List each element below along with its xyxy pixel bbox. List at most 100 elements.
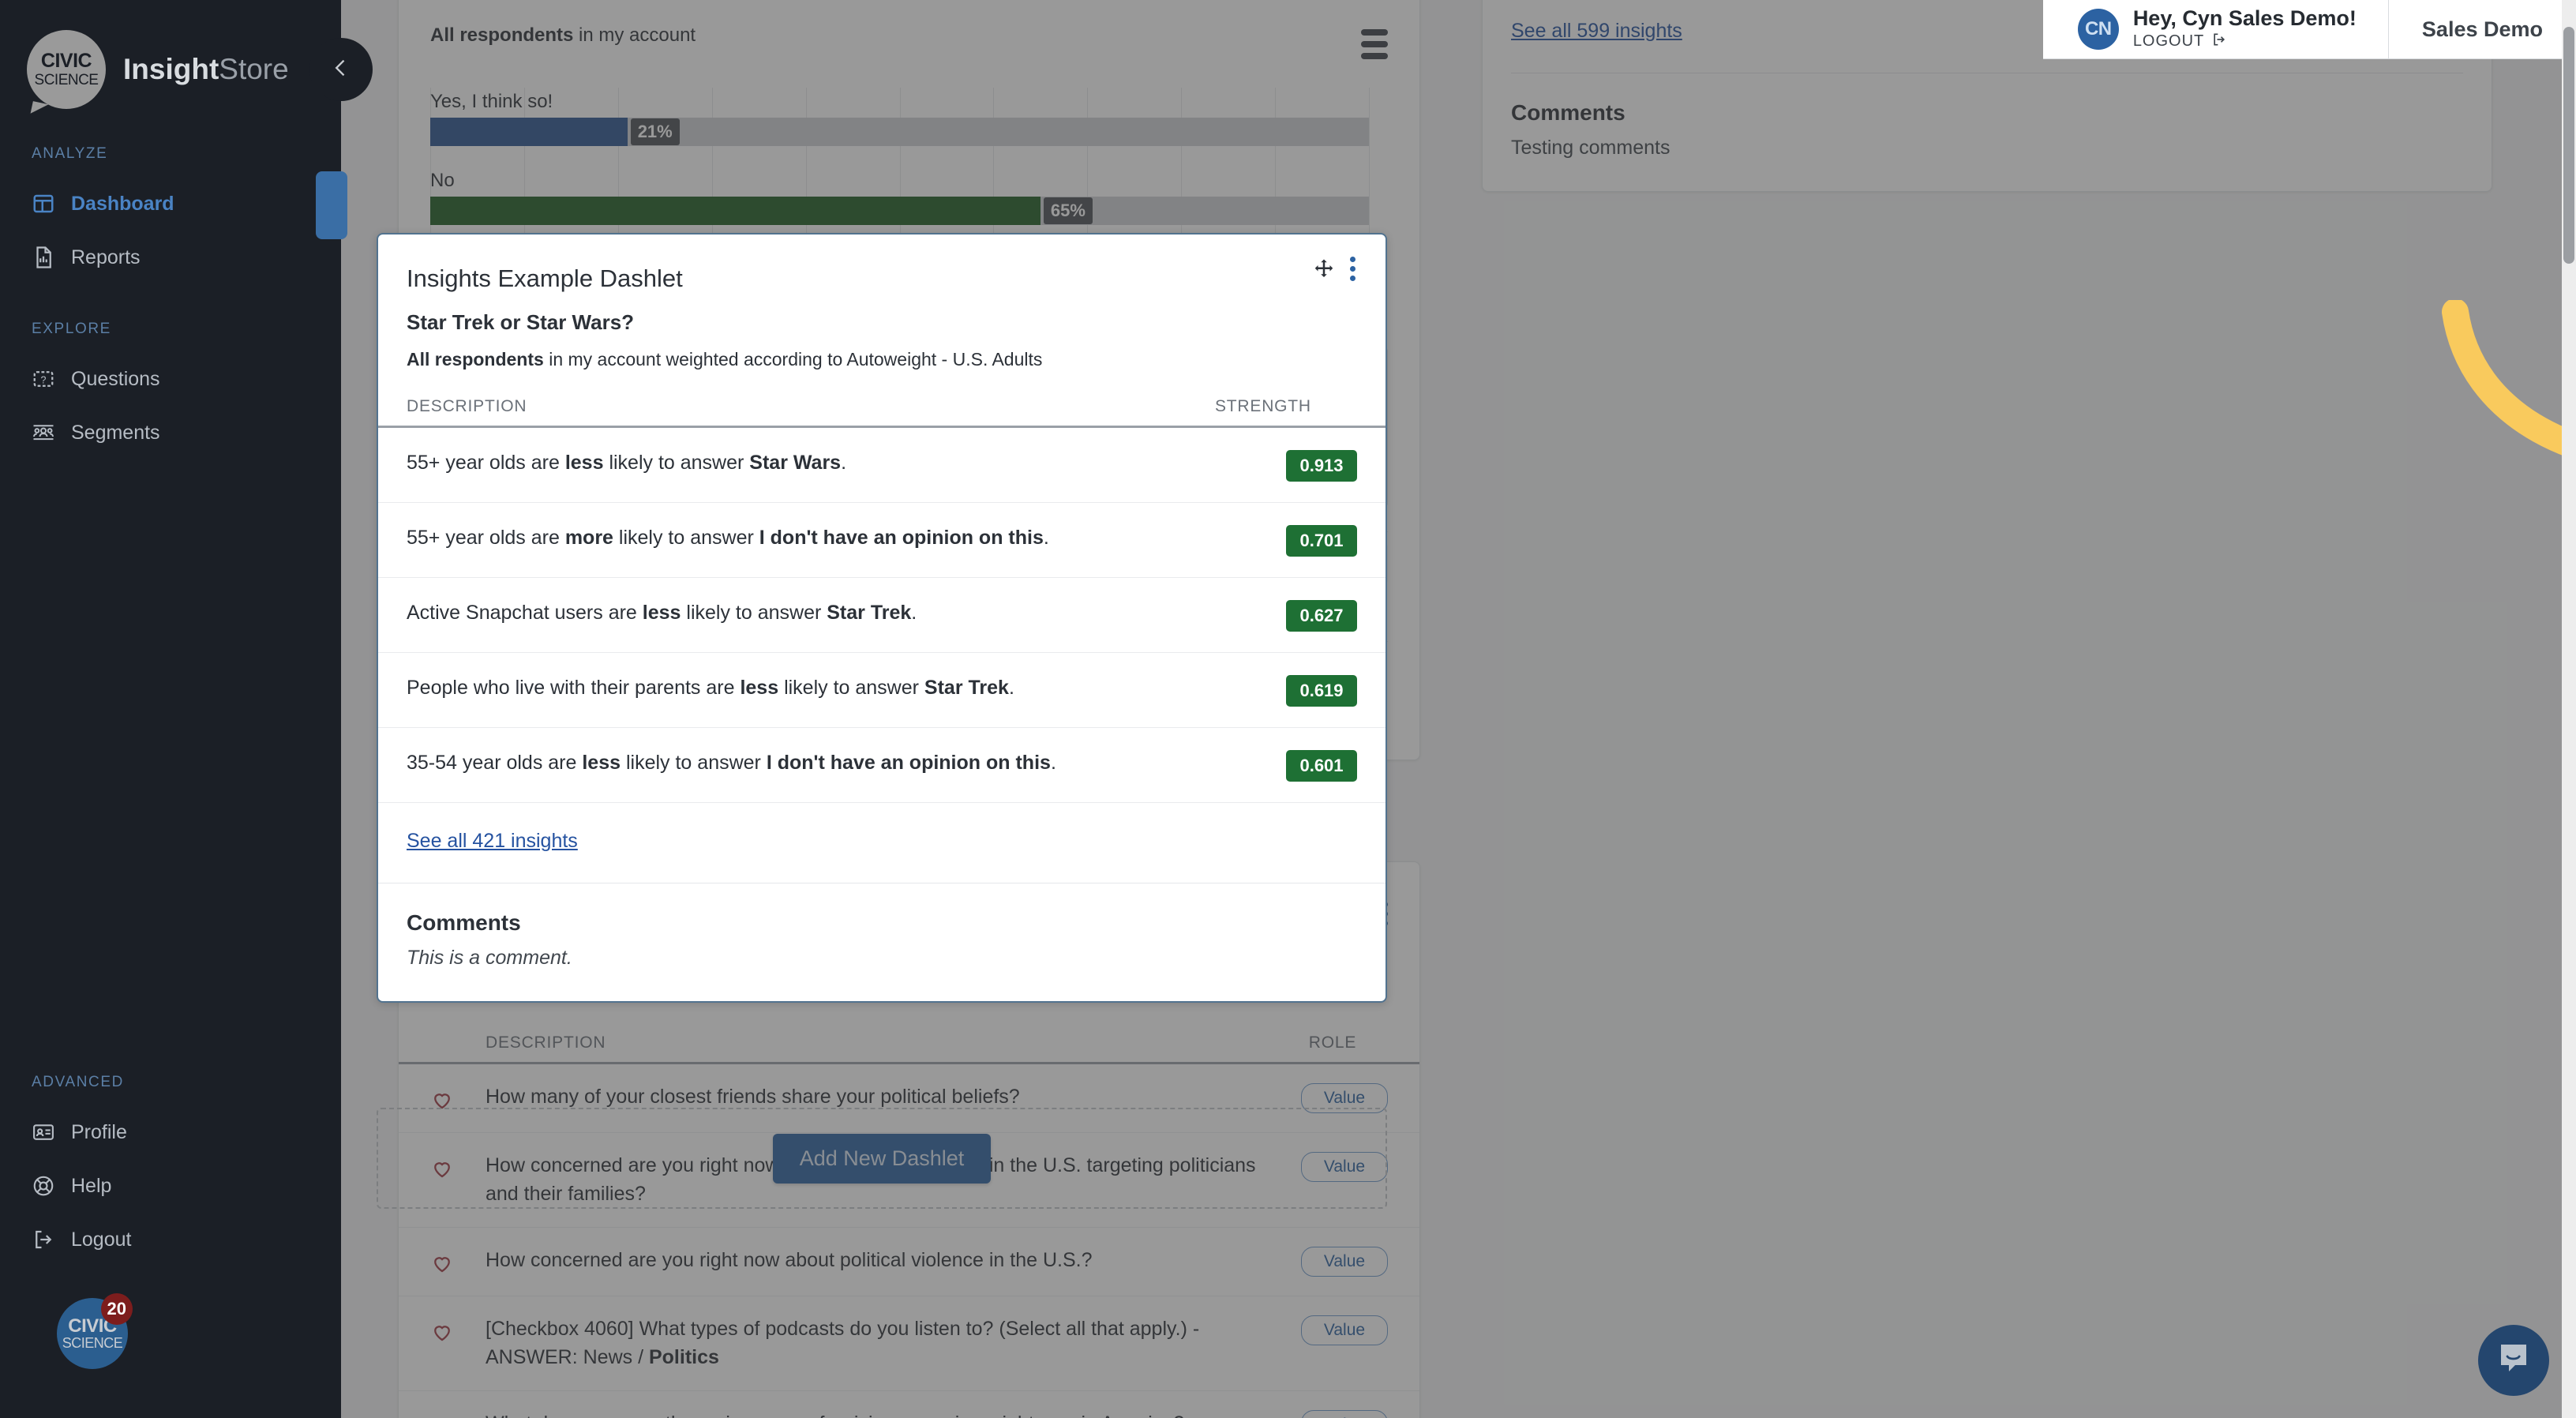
- chart-bar-track: 21%: [430, 118, 1369, 146]
- question-description: How concerned are you right now about po…: [486, 1249, 1093, 1271]
- dashlet-meta: All respondents in my account weighted a…: [407, 349, 1357, 370]
- question-box-icon: ?: [32, 367, 55, 391]
- avatar: CN: [2077, 9, 2119, 50]
- chart-subtitle: All respondents in my account: [430, 24, 696, 47]
- active-page-indicator: [316, 171, 347, 239]
- chat-bubble-icon: [2495, 1340, 2533, 1382]
- logout-label: LOGOUT: [2132, 32, 2205, 51]
- app-title-rest: Store: [219, 53, 289, 85]
- insight-description: 35-54 year olds are less likely to answe…: [407, 752, 1056, 774]
- question-description: [Checkbox 4060] What types of podcasts d…: [486, 1318, 1200, 1368]
- help-widget-button[interactable]: CIVIC SCIENCE 20: [57, 1293, 133, 1369]
- insight-description: 55+ year olds are less likely to answer …: [407, 452, 847, 474]
- insights-top-comments-body: Testing comments: [1511, 137, 1670, 159]
- insight-row[interactable]: 55+ year olds are less likely to answer …: [378, 428, 1385, 503]
- chart-bar-track: 65%: [430, 197, 1369, 225]
- sidebar-item-label-logout: Logout: [71, 1228, 132, 1251]
- sidebar-item-label-profile: Profile: [71, 1120, 127, 1143]
- insight-description: Active Snapchat users are less likely to…: [407, 602, 917, 624]
- dashboard-icon: [32, 192, 55, 216]
- civicscience-logo: CIVIC SCIENCE: [27, 30, 106, 109]
- people-group-icon: [32, 421, 55, 445]
- dashlet-question: Star Trek or Star Wars?: [407, 310, 635, 334]
- app-title-bold: Insight: [123, 53, 219, 85]
- move-handle-icon[interactable]: [1312, 257, 1336, 281]
- page-scrollbar-thumb[interactable]: [2563, 27, 2574, 264]
- column-header-strength: STRENGTH: [1215, 397, 1311, 415]
- chart-bar-fill: [430, 197, 1041, 225]
- dashlet-insight-rows: 55+ year olds are less likely to answer …: [378, 428, 1385, 803]
- hamburger-menu-icon[interactable]: [1361, 24, 1388, 59]
- chart-bar-row: No 65%: [430, 170, 1369, 225]
- insight-description: People who live with their parents are l…: [407, 677, 1014, 699]
- chart-bar-row: Yes, I think so! 21%: [430, 91, 1369, 146]
- app-root: CIVIC SCIENCE InsightStore ANALYZE Dashb…: [0, 0, 2576, 1418]
- page-scrollbar[interactable]: [2562, 0, 2576, 1418]
- sidebar-item-questions[interactable]: ? Questions: [0, 352, 341, 406]
- dashlet-comments-body: This is a comment.: [407, 947, 572, 969]
- question-list-row[interactable]: What do you see as the major reason for …: [399, 1391, 1419, 1418]
- nav-section-advanced: ADVANCED Profile Help Logout: [0, 1074, 341, 1266]
- chat-widget-button[interactable]: [2478, 1325, 2549, 1396]
- insight-strength-badge: 0.601: [1286, 750, 1357, 782]
- insight-row[interactable]: 35-54 year olds are less likely to answe…: [378, 728, 1385, 803]
- see-all-insights-link-top[interactable]: See all 599 insights: [1511, 20, 1682, 42]
- sidebar-item-help[interactable]: Help: [0, 1159, 341, 1213]
- sidebar: CIVIC SCIENCE InsightStore ANALYZE Dashb…: [0, 0, 373, 1418]
- logout-arrow-icon: [2211, 32, 2227, 52]
- logout-button[interactable]: LOGOUT: [2133, 32, 2357, 52]
- dashlet-title: Insights Example Dashlet: [407, 264, 683, 292]
- chart-bar-value-label: 65%: [1043, 197, 1093, 224]
- add-dashlet-dropzone: Add New Dashlet: [377, 1108, 1387, 1209]
- chevron-left-icon: [330, 57, 352, 83]
- nav-section-label-analyze: ANALYZE: [32, 145, 108, 162]
- insight-row[interactable]: Active Snapchat users are less likely to…: [378, 578, 1385, 653]
- sidebar-item-segments[interactable]: Segments: [0, 406, 341, 460]
- top-header-bar: CN Hey, Cyn Sales Demo! LOGOUT Sales Dem…: [2042, 0, 2576, 59]
- account-selector[interactable]: Sales Demo: [2389, 0, 2576, 58]
- sidebar-item-label-segments: Segments: [71, 421, 160, 444]
- main-canvas: All respondents in my account Yes, I thi…: [341, 0, 2576, 1418]
- insights-example-dashlet-card: Insights Example Dashlet Star Trek or St…: [377, 233, 1387, 1003]
- user-block: CN Hey, Cyn Sales Demo! LOGOUT: [2043, 0, 2389, 58]
- insight-description: 55+ year olds are more likely to answer …: [407, 527, 1049, 549]
- chart-bar-value-label: 21%: [630, 118, 680, 145]
- sidebar-item-label-dashboard: Dashboard: [71, 192, 174, 215]
- dashlet-comments-title: Comments: [407, 910, 521, 935]
- sidebar-item-dashboard[interactable]: Dashboard: [0, 177, 341, 231]
- question-description: What do you see as the major reason for …: [457, 1410, 1301, 1418]
- brand: CIVIC SCIENCE InsightStore: [0, 0, 341, 109]
- sidebar-item-logout[interactable]: Logout: [0, 1213, 341, 1266]
- insight-row[interactable]: 55+ year olds are more likely to answer …: [378, 503, 1385, 578]
- sidebar-item-label-reports: Reports: [71, 246, 141, 268]
- dashboard-column-right: People who own or want a virtual reality…: [1446, 0, 2552, 1418]
- question-list-row[interactable]: [Checkbox 4060] What types of podcasts d…: [399, 1296, 1419, 1391]
- kebab-menu-icon[interactable]: [1350, 257, 1355, 281]
- help-fab-line-2: SCIENCE: [62, 1335, 123, 1352]
- heart-outline-icon[interactable]: [430, 1247, 457, 1275]
- dashlet-table-header: DESCRIPTION STRENGTH: [378, 370, 1385, 428]
- life-ring-icon: [32, 1174, 55, 1198]
- insight-strength-badge: 0.701: [1286, 525, 1357, 557]
- insight-strength-badge: 0.913: [1286, 450, 1357, 482]
- sidebar-item-profile[interactable]: Profile: [0, 1105, 341, 1159]
- question-role-badge: Value: [1301, 1315, 1388, 1345]
- question-list-row[interactable]: How concerned are you right now about po…: [399, 1228, 1419, 1296]
- heart-outline-icon[interactable]: [430, 1410, 457, 1418]
- add-new-dashlet-button[interactable]: Add New Dashlet: [772, 1133, 992, 1184]
- chart-bar-category-label: No: [430, 170, 455, 191]
- id-card-icon: [32, 1120, 55, 1144]
- dashlet-meta-bold: All respondents: [407, 349, 544, 370]
- question-list-table-header: DESCRIPTION ROLE: [399, 1002, 1419, 1064]
- report-document-icon: [32, 246, 55, 269]
- sidebar-item-reports[interactable]: Reports: [0, 231, 341, 284]
- heart-outline-icon[interactable]: [430, 1315, 457, 1344]
- app-title: InsightStore: [123, 53, 289, 86]
- insight-row[interactable]: People who live with their parents are l…: [378, 653, 1385, 728]
- nav-section-analyze: ANALYZE Dashboard Reports: [0, 145, 341, 284]
- chart-bar-category-label: Yes, I think so!: [430, 91, 553, 112]
- user-text: Hey, Cyn Sales Demo! LOGOUT: [2133, 6, 2357, 51]
- see-all-insights-link-dashlet[interactable]: See all 421 insights: [407, 830, 578, 852]
- chart-subtitle-bold: All respondents: [430, 24, 574, 46]
- sidebar-collapse-button[interactable]: [309, 38, 373, 101]
